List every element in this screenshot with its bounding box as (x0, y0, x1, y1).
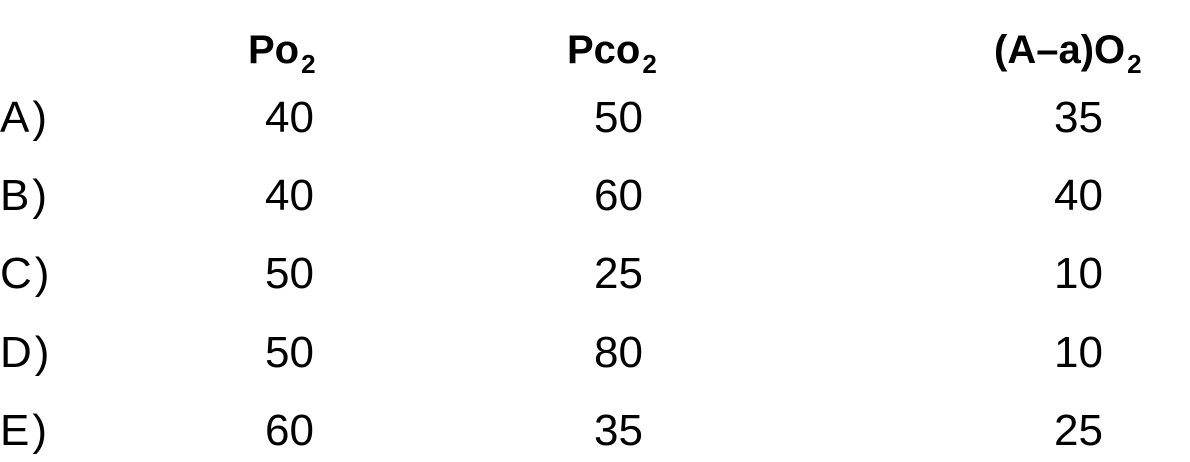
header-a-a-base: (A–a)O (994, 28, 1126, 72)
column-header-po2: Po2 (248, 22, 316, 82)
header-pco2-subscript: 2 (642, 49, 657, 79)
a-a-gradient-value: 25 (1054, 406, 1103, 455)
option-label: C) (0, 249, 53, 298)
answer-row-b: B) 40 60 40 (0, 166, 1190, 226)
column-header-a-a-gradient: (A–a)O2 (994, 22, 1142, 82)
a-a-gradient-value: 35 (1054, 93, 1103, 142)
answer-row-e: E) 60 35 25 (0, 401, 1190, 461)
header-pco2-base: Pco (567, 28, 641, 72)
answer-row-d: D) 50 80 10 (0, 323, 1190, 383)
header-po2-base: Po (248, 28, 300, 72)
header-po2-subscript: 2 (301, 49, 316, 79)
po2-value: 50 (265, 328, 314, 377)
po2-value: 50 (265, 249, 314, 298)
pco2-value: 35 (594, 406, 643, 455)
pco2-value: 60 (594, 171, 643, 220)
column-header-pco2: Pco2 (567, 22, 657, 82)
blood-gas-answer-table: Po2 Pco2 (A–a)O2 A) 40 50 35 B) 40 60 40… (0, 0, 1190, 462)
a-a-gradient-value: 10 (1054, 249, 1103, 298)
po2-value: 40 (265, 171, 314, 220)
answer-row-a: A) 40 50 35 (0, 88, 1190, 148)
pco2-value: 80 (594, 328, 643, 377)
option-label: E) (0, 406, 50, 455)
option-label: A) (0, 93, 50, 142)
a-a-gradient-value: 10 (1054, 328, 1103, 377)
pco2-value: 50 (594, 93, 643, 142)
answer-row-c: C) 50 25 10 (0, 244, 1190, 304)
option-label: B) (0, 171, 50, 220)
header-a-a-subscript: 2 (1127, 49, 1142, 79)
po2-value: 40 (265, 93, 314, 142)
a-a-gradient-value: 40 (1054, 171, 1103, 220)
option-label: D) (0, 328, 53, 377)
po2-value: 60 (265, 406, 314, 455)
pco2-value: 25 (594, 249, 643, 298)
